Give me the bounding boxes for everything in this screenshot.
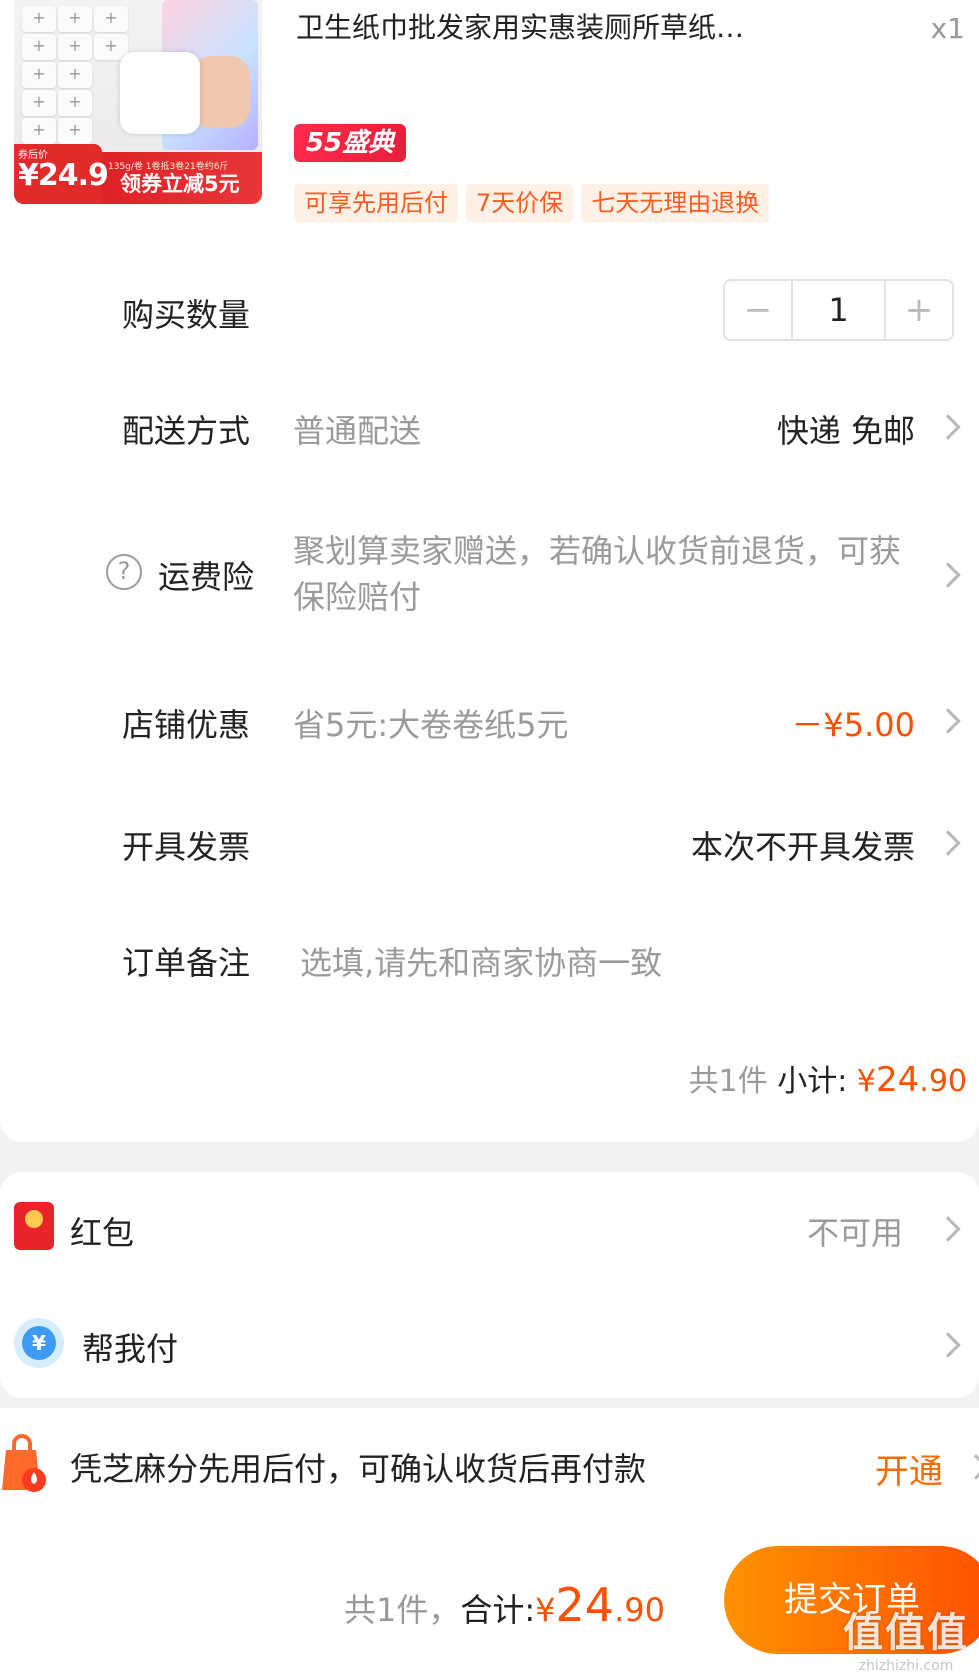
subtotal-label: 小计:	[777, 1064, 848, 1099]
delivery-label: 配送方式	[122, 412, 251, 450]
shipping-insurance-text: 聚划算卖家赠送，若确认收货前退货，可获保险赔付	[293, 532, 902, 616]
shipping-insurance-label: 运费险	[158, 558, 255, 596]
help-icon[interactable]: ?	[106, 554, 142, 590]
subtotal-currency: ¥	[856, 1064, 877, 1099]
product-quantity: x1	[930, 12, 965, 45]
quantity-input[interactable]: 1	[791, 281, 886, 339]
quantity-stepper: − 1 +	[723, 279, 954, 341]
event-badge: 55盛典	[294, 124, 406, 162]
product-image[interactable]: 135g/卷 1卷抵3卷21卷约6斤 领券立减5元 券后价 ¥24.9	[14, 0, 262, 204]
roll-graphic	[58, 34, 92, 60]
service-tag: 7天价保	[466, 184, 574, 222]
red-packet-label: 红包	[70, 1214, 135, 1252]
increment-button[interactable]: +	[886, 281, 952, 339]
red-packet-icon	[14, 1202, 54, 1250]
service-tags: 可享先用后付 7天价保 七天无理由退换	[294, 184, 770, 222]
total-count: 共1件，	[344, 1591, 461, 1629]
roll-graphic	[22, 90, 56, 116]
roll-graphic	[58, 118, 92, 144]
help-pay-icon: ¥	[14, 1318, 64, 1368]
subtotal-integer: 24	[876, 1060, 920, 1100]
bag-icon	[2, 1434, 46, 1492]
roll-in-hand-graphic	[120, 52, 200, 134]
order-total: 共1件，合计:¥24.90	[344, 1578, 665, 1632]
watermark-url: zhizhizhi.com	[858, 1658, 954, 1674]
coupon-price: ¥24.9	[18, 158, 109, 193]
roll-graphic	[22, 62, 56, 88]
product-title[interactable]: 卫生纸巾批发家用实惠装厕所草纸…	[296, 6, 836, 46]
delivery-value: 快递 免邮	[776, 412, 915, 450]
service-tag: 可享先用后付	[294, 184, 458, 222]
roll-graphic	[58, 6, 92, 32]
shop-discount-value: －¥5.00	[791, 706, 915, 744]
invoice-value: 本次不开具发票	[690, 828, 915, 866]
roll-graphic	[22, 6, 56, 32]
promo-text: 领券立减5元	[120, 172, 240, 196]
roll-graphic	[22, 34, 56, 60]
decrement-button[interactable]: −	[725, 281, 791, 339]
coupon-price-box: 券后价 ¥24.9	[14, 144, 109, 204]
roll-graphic	[94, 6, 128, 32]
delivery-sub: 普通配送	[293, 412, 422, 450]
remark-input[interactable]: 选填,请先和商家协商一致	[300, 938, 662, 984]
service-tag: 七天无理由退换	[581, 184, 770, 222]
total-currency: ¥	[535, 1591, 556, 1629]
subtotal-count: 共1件	[688, 1064, 768, 1099]
roll-graphic	[58, 62, 92, 88]
watermark-main: 值值值	[843, 1610, 969, 1656]
shop-discount-label: 店铺优惠	[122, 706, 251, 744]
subtotal-decimal: .90	[919, 1064, 967, 1099]
red-packet-value: 不可用	[806, 1214, 903, 1252]
quantity-label: 购买数量	[122, 296, 251, 334]
shop-discount-sub: 省5元:大卷卷纸5元	[293, 706, 569, 744]
total-label: 合计:	[460, 1591, 536, 1629]
help-pay-label: 帮我付	[82, 1330, 179, 1368]
roll-graphic	[22, 118, 56, 144]
total-decimal: .90	[614, 1591, 665, 1629]
roll-graphic	[58, 90, 92, 116]
remark-label: 订单备注	[122, 944, 251, 982]
subtotal: 共1件 小计: ¥24.90	[689, 1056, 967, 1100]
zhima-text: 凭芝麻分先用后付，可确认收货后再付款	[70, 1450, 647, 1488]
watermark: 值值值 zhizhizhi.com	[843, 1600, 969, 1674]
total-integer: 24	[555, 1578, 615, 1632]
invoice-label: 开具发票	[122, 828, 251, 866]
zhima-open-link[interactable]: 开通	[875, 1444, 943, 1493]
